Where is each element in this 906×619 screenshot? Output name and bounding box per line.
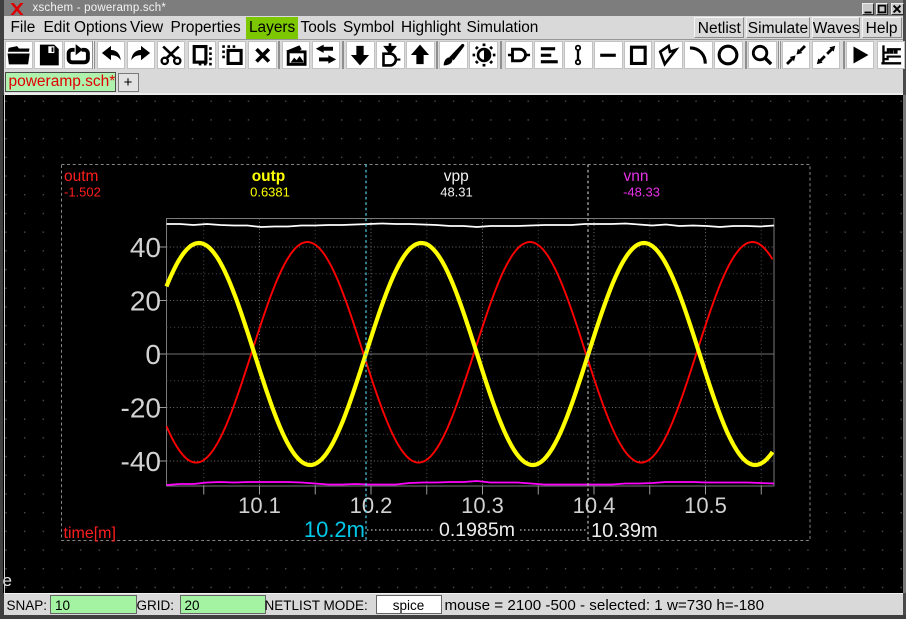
svg-text:40: 40 [130,232,161,263]
svg-text:0.6381: 0.6381 [250,185,290,200]
svg-text:-40: -40 [121,446,161,477]
svg-text:-20: -20 [121,393,161,424]
svg-text:10.1: 10.1 [238,493,281,518]
svg-text:-48.33: -48.33 [623,185,660,200]
svg-text:20: 20 [130,286,161,317]
svg-text:time[m]: time[m] [64,525,116,542]
svg-text:10.2m: 10.2m [304,517,365,542]
svg-text:48.31: 48.31 [440,185,473,200]
svg-text:vnn: vnn [624,168,649,185]
svg-text:10.3: 10.3 [461,493,504,518]
svg-text:outm: outm [64,168,98,185]
svg-text:10.39m: 10.39m [591,520,658,542]
svg-text:10.2: 10.2 [350,493,393,518]
svg-text:0.1985m: 0.1985m [439,519,515,541]
svg-text:10.5: 10.5 [684,493,727,518]
svg-text:10.4: 10.4 [573,493,616,518]
svg-text:-1.502: -1.502 [64,185,101,200]
svg-text:outp: outp [252,168,286,185]
svg-text:vpp: vpp [444,168,469,185]
svg-text:0: 0 [145,339,161,370]
